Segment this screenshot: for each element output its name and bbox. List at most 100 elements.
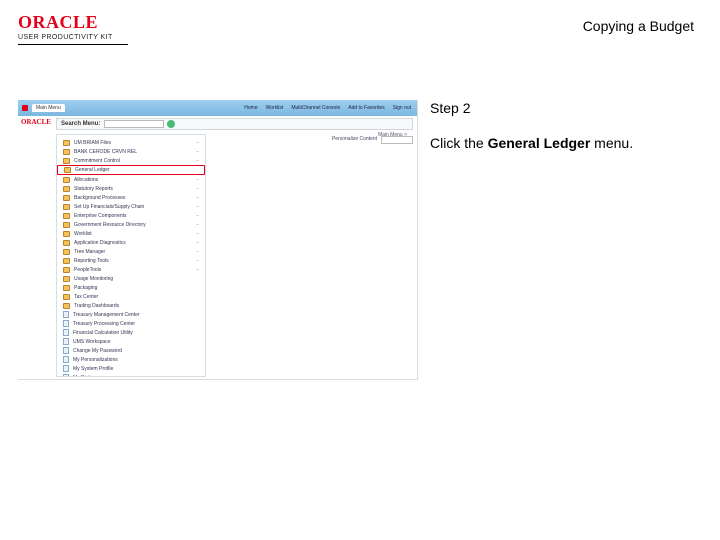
menu-item[interactable]: UMS Workspace xyxy=(57,337,205,346)
menu-item-label: Reporting Tools xyxy=(74,258,109,264)
document-icon xyxy=(63,311,69,318)
menu-item-label: Treasury Management Center xyxy=(73,312,140,318)
document-icon xyxy=(63,365,69,372)
menu-item-label: Background Processes xyxy=(74,195,125,201)
collapse-dash-icon: – xyxy=(196,267,199,273)
menu-item-label: My System Profile xyxy=(73,366,113,372)
collapse-dash-icon: – xyxy=(196,240,199,246)
menu-item[interactable]: Trading Dashboards xyxy=(57,301,205,310)
brand-divider xyxy=(18,44,128,45)
app-mini-logo: ORACLE xyxy=(21,118,51,126)
search-bar: Search Menu: xyxy=(56,118,413,130)
menu-item-label: Change My Password xyxy=(73,348,122,354)
app-tab-bar: Main Menu Home Worklist MultiChannel Con… xyxy=(18,100,417,116)
document-icon xyxy=(63,374,69,377)
brand-sub: USER PRODUCTIVITY KIT xyxy=(18,34,128,41)
folder-icon xyxy=(63,195,70,201)
menu-item[interactable]: Commitment Control– xyxy=(57,156,205,165)
menu-item-general-ledger[interactable]: General Ledger xyxy=(57,165,205,175)
collapse-dash-icon: – xyxy=(196,213,199,219)
menu-item-label: Government Resource Directory xyxy=(74,222,146,228)
menu-item[interactable]: Treasury Processing Center xyxy=(57,319,205,328)
menu-item-label: BANK CERODE CRVN REL xyxy=(74,149,137,155)
menu-item-label: Packaging xyxy=(74,285,97,291)
menu-item-label: Financial Calculation Utility xyxy=(73,330,133,336)
menu-item[interactable]: PeopleTools – xyxy=(57,265,205,274)
folder-icon xyxy=(63,276,70,282)
menu-item-label: Statutory Reports xyxy=(74,186,113,192)
folder-icon xyxy=(63,303,70,309)
menu-item[interactable]: Government Resource Directory – xyxy=(57,220,205,229)
menu-item[interactable]: Statutory Reports– xyxy=(57,184,205,193)
search-go-icon[interactable] xyxy=(167,120,175,128)
folder-icon xyxy=(63,231,70,237)
instruction-text: Click the General Ledger menu. xyxy=(430,134,690,153)
top-link-signout[interactable]: Sign out xyxy=(393,105,411,111)
menu-item[interactable]: Change My Password xyxy=(57,346,205,355)
menu-item[interactable]: Financial Calculation Utility xyxy=(57,328,205,337)
app-tab-main[interactable]: Main Menu xyxy=(32,104,65,112)
menu-item[interactable]: Packaging xyxy=(57,283,205,292)
top-link-worklist[interactable]: Worklist xyxy=(266,105,284,111)
menu-item[interactable]: Set Up Financials/Supply Chain– xyxy=(57,202,205,211)
menu-item[interactable]: Allocations– xyxy=(57,175,205,184)
menu-item[interactable]: My Dictionary xyxy=(57,373,205,377)
folder-icon xyxy=(64,167,71,173)
instr-bold: General Ledger xyxy=(488,135,591,151)
folder-icon xyxy=(63,149,70,155)
folder-icon xyxy=(63,140,70,146)
collapse-dash-icon: – xyxy=(196,258,199,264)
folder-icon xyxy=(63,177,70,183)
menu-item-label: Allocations xyxy=(74,177,98,183)
layout-control[interactable] xyxy=(381,136,413,144)
folder-icon xyxy=(63,222,70,228)
menu-item[interactable]: My System Profile xyxy=(57,364,205,373)
collapse-dash-icon: – xyxy=(196,249,199,255)
top-link-mcc[interactable]: MultiChannel Console xyxy=(291,105,340,111)
folder-icon xyxy=(63,249,70,255)
personalize-label[interactable]: Personalize Content xyxy=(332,136,377,142)
search-label: Search Menu: xyxy=(57,121,104,127)
menu-item[interactable]: Enterprise Components– xyxy=(57,211,205,220)
menu-item[interactable]: Application Diagnostics – xyxy=(57,238,205,247)
document-icon xyxy=(63,329,69,336)
screenshot-panel: Main Menu Home Worklist MultiChannel Con… xyxy=(18,100,418,380)
instr-post: menu. xyxy=(590,135,633,151)
folder-icon xyxy=(63,186,70,192)
folder-icon xyxy=(63,258,70,264)
menu-item-label: UM BRIAM Files xyxy=(74,140,111,146)
menu-item-label: Commitment Control xyxy=(74,158,120,164)
top-link-fav[interactable]: Add to Favorites xyxy=(348,105,384,111)
menu-item-label: UMS Workspace xyxy=(73,339,110,345)
document-icon xyxy=(63,338,69,345)
menu-item-label: Tax Center xyxy=(74,294,98,300)
menu-item[interactable]: My Personalizations xyxy=(57,355,205,364)
folder-icon xyxy=(63,213,70,219)
menu-item[interactable]: Reporting Tools – xyxy=(57,256,205,265)
folder-icon xyxy=(63,204,70,210)
menu-item[interactable]: Treasury Management Center xyxy=(57,310,205,319)
collapse-dash-icon: – xyxy=(196,231,199,237)
menu-item-label: My Personalizations xyxy=(73,357,118,363)
menu-item[interactable]: Tree Manager– xyxy=(57,247,205,256)
menu-item[interactable]: BANK CERODE CRVN REL– xyxy=(57,147,205,156)
collapse-dash-icon: – xyxy=(196,204,199,210)
search-input[interactable] xyxy=(104,120,164,128)
menu-item[interactable]: Background Processes– xyxy=(57,193,205,202)
brand-block: ORACLE USER PRODUCTIVITY KIT xyxy=(18,12,128,45)
menu-item[interactable]: Usage Monitoring xyxy=(57,274,205,283)
menu-item[interactable]: Tax Center xyxy=(57,292,205,301)
folder-icon xyxy=(63,294,70,300)
menu-item-label: Worklist xyxy=(74,231,92,237)
top-link-home[interactable]: Home xyxy=(244,105,257,111)
collapse-dash-icon: – xyxy=(196,222,199,228)
menu-item[interactable]: Worklist – xyxy=(57,229,205,238)
page-title: Copying a Budget xyxy=(583,12,702,34)
main-menu-panel: UM BRIAM Files–BANK CERODE CRVN REL–Comm… xyxy=(56,134,206,377)
folder-icon xyxy=(63,285,70,291)
menu-item[interactable]: UM BRIAM Files– xyxy=(57,138,205,147)
menu-item-label: PeopleTools xyxy=(74,267,101,273)
oracle-tiny-icon xyxy=(22,105,28,111)
menu-item-label: Application Diagnostics xyxy=(74,240,126,246)
brand-primary: ORACLE xyxy=(18,12,128,33)
